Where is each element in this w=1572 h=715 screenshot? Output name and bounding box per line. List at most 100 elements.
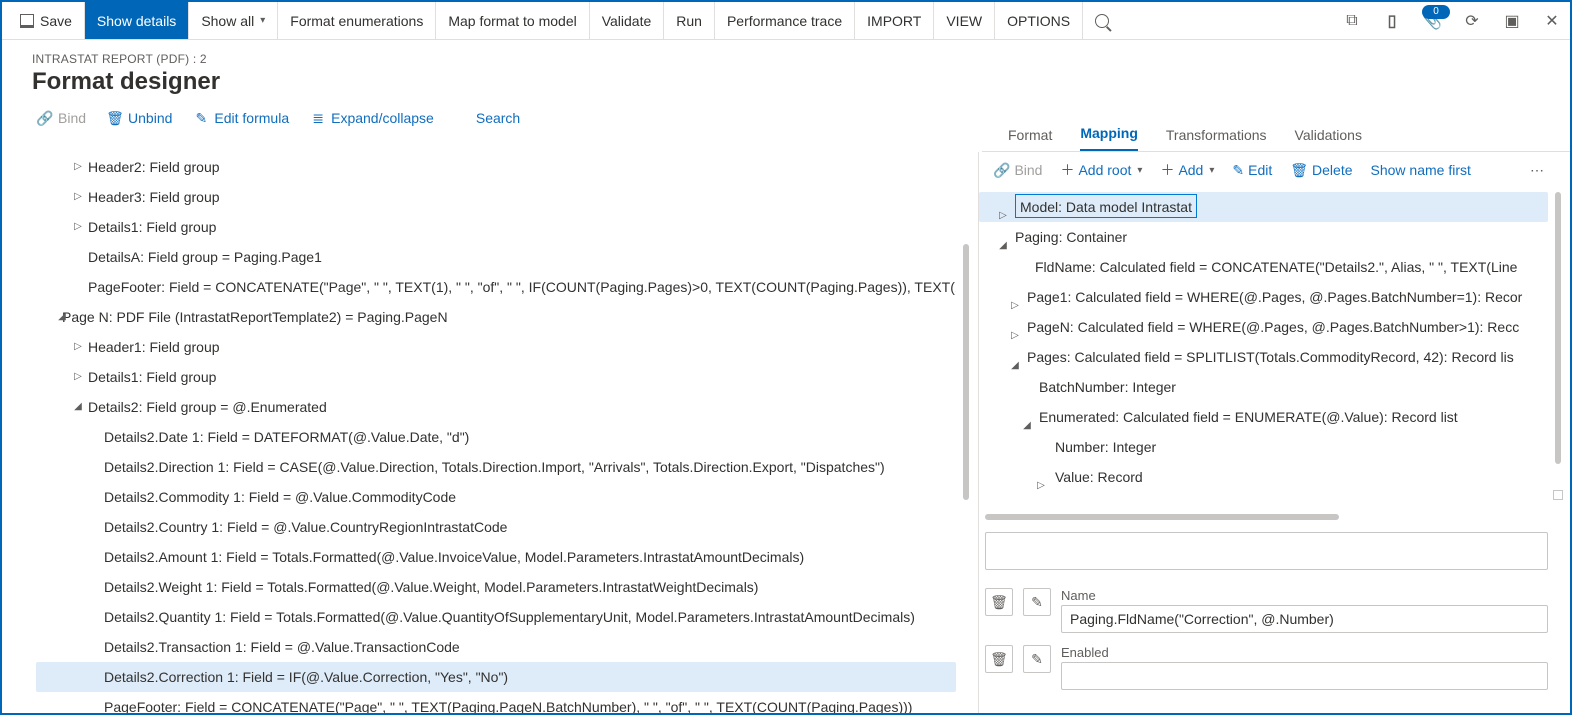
add-root-button[interactable]: ＋Add root▾ (1060, 160, 1142, 180)
bind-link[interactable]: 🔗Bind (38, 110, 86, 126)
caret-right-icon[interactable]: ▷ (72, 161, 84, 173)
trash-icon: 🗑 (108, 111, 122, 125)
mapping-row[interactable]: ▷PageN: Calculated field = WHERE(@.Pages… (979, 312, 1548, 342)
tree-row-label: Details2.Direction 1: Field = CASE(@.Val… (104, 459, 885, 475)
run-button[interactable]: Run (664, 2, 715, 39)
import-button[interactable]: IMPORT (855, 2, 934, 39)
mapping-row[interactable]: BatchNumber: Integer (979, 372, 1548, 402)
caret-down-icon[interactable]: ◢ (72, 401, 84, 413)
edit-button[interactable]: ✎Edit (1232, 162, 1272, 179)
tab-validations[interactable]: Validations (1295, 127, 1362, 151)
edit-formula-link[interactable]: ✎Edit formula (194, 110, 289, 126)
mapping-row[interactable]: ▷Page1: Calculated field = WHERE(@.Pages… (979, 282, 1548, 312)
blank-field[interactable] (985, 532, 1548, 570)
more-button[interactable]: ⋯ (1530, 162, 1556, 179)
tree-row-label: Details1: Field group (88, 219, 216, 235)
right-hscroll[interactable] (985, 514, 1548, 522)
caret-down-icon[interactable]: ◢ (56, 311, 68, 323)
tree-row[interactable]: Details2.Transaction 1: Field = @.Value.… (36, 632, 956, 662)
tree-row[interactable]: ▷ Details1: Field group (36, 212, 956, 242)
search-link[interactable]: Search (456, 110, 520, 126)
attachments-icon[interactable]: 📎0 (1418, 7, 1446, 35)
prop-enabled-value[interactable] (1061, 662, 1548, 690)
tree-row[interactable]: Details2.Amount 1: Field = Totals.Format… (36, 542, 956, 572)
mapping-row[interactable]: ▷Model: Data model Intrastat (979, 192, 1548, 222)
tree-row[interactable]: Details2.Quantity 1: Field = Totals.Form… (36, 602, 956, 632)
prop-name-edit-icon[interactable]: ✎ (1023, 588, 1051, 616)
tree-row[interactable]: DetailsA: Field group = Paging.Page1 (36, 242, 956, 272)
tab-format[interactable]: Format (1008, 127, 1052, 151)
perf-trace-button[interactable]: Performance trace (715, 2, 855, 39)
search-button[interactable] (1083, 2, 1121, 39)
tree-row-label: DetailsA: Field group = Paging.Page1 (88, 249, 322, 265)
prop-enabled-delete-icon[interactable]: 🗑 (985, 645, 1013, 673)
tree-row-label: Header2: Field group (88, 159, 220, 175)
unbind-link[interactable]: 🗑Unbind (108, 110, 172, 126)
prop-name-value[interactable]: Paging.FldName("Correction", @.Number) (1061, 605, 1548, 633)
caret-right-icon[interactable]: ▷ (72, 341, 84, 353)
popout-icon[interactable]: ▣ (1498, 7, 1526, 35)
show-name-first-button[interactable]: Show name first (1371, 162, 1471, 178)
mapping-row-label: Paging: Container (1015, 229, 1127, 245)
delete-button[interactable]: 🗑Delete (1290, 162, 1352, 179)
mapping-row[interactable]: ▷Value: Record (979, 462, 1548, 492)
link-icon[interactable]: ⧉ (1338, 7, 1366, 35)
tree-row-label: Details2.Transaction 1: Field = @.Value.… (104, 639, 460, 655)
disk-icon (20, 14, 34, 28)
tab-mapping[interactable]: Mapping (1080, 125, 1138, 151)
tree-row-label: Details2.Weight 1: Field = Totals.Format… (104, 579, 758, 595)
validate-button[interactable]: Validate (590, 2, 665, 39)
prop-enabled-edit-icon[interactable]: ✎ (1023, 645, 1051, 673)
tree-row[interactable]: Details2.Weight 1: Field = Totals.Format… (36, 572, 956, 602)
caret-right-icon[interactable]: ▷ (1035, 471, 1047, 501)
expand-collapse-link[interactable]: ≣Expand/collapse (311, 110, 434, 126)
refresh-icon[interactable]: ⟳ (1458, 7, 1486, 35)
tree-row-label: Details2.Quantity 1: Field = Totals.Form… (104, 609, 915, 625)
mapping-row[interactable]: ◢Paging: Container (979, 222, 1548, 252)
save-button[interactable]: Save (8, 2, 85, 39)
caret-right-icon[interactable]: ▷ (72, 221, 84, 233)
chevron-down-icon: ▾ (260, 15, 265, 26)
mapping-row-label: Page1: Calculated field = WHERE(@.Pages,… (1027, 289, 1522, 305)
tree-row[interactable]: Details2.Country 1: Field = @.Value.Coun… (36, 512, 956, 542)
show-all-button[interactable]: Show all▾ (189, 2, 278, 39)
add-button[interactable]: ＋Add▾ (1160, 160, 1214, 180)
tree-row[interactable]: Details2.Commodity 1: Field = @.Value.Co… (36, 482, 956, 512)
left-scrollbar[interactable] (962, 152, 970, 713)
top-toolbar: Save Show details Show all▾ Format enume… (2, 2, 1570, 40)
tree-row-label: Details2.Correction 1: Field = IF(@.Valu… (104, 669, 508, 685)
right-bind-button[interactable]: 🔗Bind (993, 162, 1042, 179)
caret-right-icon[interactable]: ▷ (72, 371, 84, 383)
tree-row[interactable]: PageFooter: Field = CONCATENATE("Page", … (36, 272, 956, 302)
tree-row[interactable]: ▷ Header2: Field group (36, 152, 956, 182)
tree-row[interactable]: PageFooter: Field = CONCATENATE("Page", … (36, 692, 956, 713)
format-enum-button[interactable]: Format enumerations (278, 2, 436, 39)
tree-row-label: Details2.Amount 1: Field = Totals.Format… (104, 549, 804, 565)
mapping-row[interactable]: ◢Enumerated: Calculated field = ENUMERAT… (979, 402, 1548, 432)
tree-row[interactable]: Details2.Correction 1: Field = IF(@.Valu… (36, 662, 956, 692)
tree-row[interactable]: ▷Header1: Field group (36, 332, 956, 362)
tree-row-label: Details2: Field group = @.Enumerated (88, 399, 327, 415)
office-icon[interactable]: ▯ (1378, 7, 1406, 35)
mapping-row[interactable]: ◢Pages: Calculated field = SPLITLIST(Tot… (979, 342, 1548, 372)
format-tree[interactable]: ▷ Header2: Field group ▷Header3: Field gro… (36, 152, 956, 713)
prop-name-delete-icon[interactable]: 🗑 (985, 588, 1013, 616)
mapping-row[interactable]: FldName: Calculated field = CONCATENATE(… (979, 252, 1548, 282)
show-details-button[interactable]: Show details (85, 2, 189, 39)
right-scrollbar[interactable] (1554, 192, 1562, 494)
tree-row[interactable]: Details2.Direction 1: Field = CASE(@.Val… (36, 452, 956, 482)
view-button[interactable]: VIEW (934, 2, 995, 39)
tree-row[interactable]: ◢Page N: PDF File (IntrastatReportTempla… (36, 302, 956, 332)
options-button[interactable]: OPTIONS (995, 2, 1083, 39)
tab-transformations[interactable]: Transformations (1166, 127, 1267, 151)
tree-row-label: Details2.Date 1: Field = DATEFORMAT(@.Va… (104, 429, 469, 445)
tree-row[interactable]: ◢ Details2: Field group = @.Enumerated (36, 392, 956, 422)
map-model-button[interactable]: Map format to model (436, 2, 589, 39)
tree-row[interactable]: ▷Header3: Field group (36, 182, 956, 212)
tree-row[interactable]: ▷Details1: Field group (36, 362, 956, 392)
mapping-row[interactable]: Number: Integer (979, 432, 1548, 462)
tree-row[interactable]: Details2.Date 1: Field = DATEFORMAT(@.Va… (36, 422, 956, 452)
prop-enabled-label: Enabled (1061, 645, 1548, 660)
caret-right-icon[interactable]: ▷ (72, 191, 84, 203)
close-icon[interactable]: ✕ (1538, 7, 1566, 35)
